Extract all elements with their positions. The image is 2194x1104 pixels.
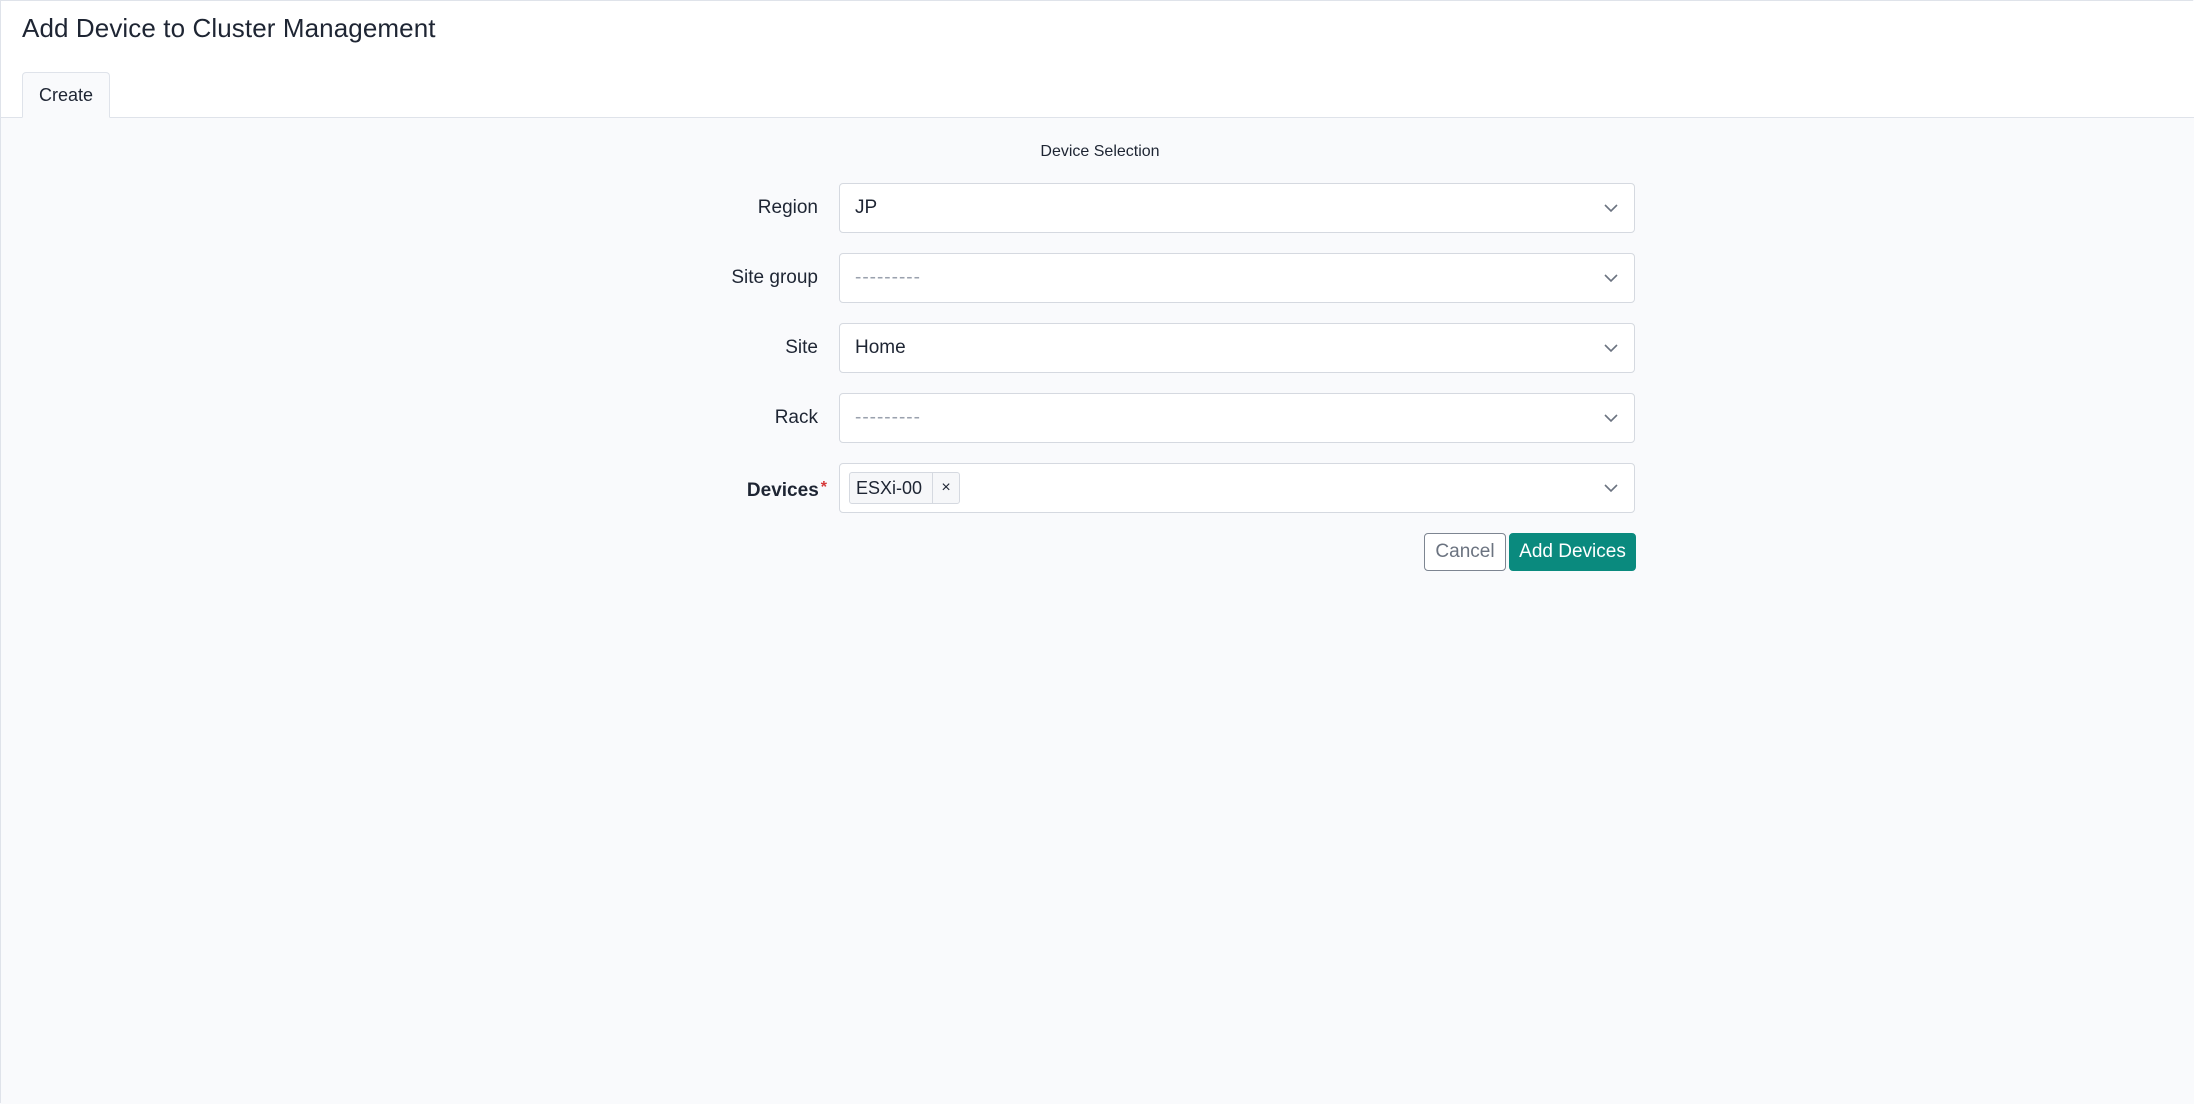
form-row-devices: Devices * ESXi-00 × <box>0 463 2194 513</box>
site-group-placeholder: --------- <box>855 267 921 288</box>
section-title: Device Selection <box>1040 143 1160 160</box>
site-group-label: Site group <box>731 267 818 288</box>
form-row-region: Region JP <box>0 183 2194 233</box>
form-row-site-group: Site group --------- <box>0 253 2194 303</box>
chevron-down-icon <box>1604 484 1618 493</box>
page-header: Add Device to Cluster Management Create <box>1 1 2194 118</box>
page-title: Add Device to Cluster Management <box>22 13 436 43</box>
site-group-select[interactable]: --------- <box>839 253 1635 303</box>
site-value: Home <box>855 337 906 358</box>
remove-device-button[interactable]: × <box>932 473 959 503</box>
rack-select[interactable]: --------- <box>839 393 1635 443</box>
devices-multiselect[interactable]: ESXi-00 × <box>839 463 1635 513</box>
chevron-down-icon <box>1604 414 1618 423</box>
form-row-site: Site Home <box>0 323 2194 373</box>
cancel-button[interactable]: Cancel <box>1424 533 1506 571</box>
chevron-down-icon <box>1604 344 1618 353</box>
page-frame <box>0 0 2193 1103</box>
device-chip: ESXi-00 × <box>849 472 961 504</box>
chevron-down-icon <box>1604 204 1618 213</box>
rack-label: Rack <box>774 407 818 428</box>
tab-create[interactable]: Create <box>22 72 110 118</box>
rack-placeholder: --------- <box>855 407 921 428</box>
form-row-rack: Rack --------- <box>0 393 2194 443</box>
region-label: Region <box>757 197 818 218</box>
device-chip-label: ESXi-00 <box>856 478 923 498</box>
devices-label: Devices * <box>747 463 827 513</box>
region-value: JP <box>855 197 878 218</box>
devices-label-text: Devices <box>746 480 819 501</box>
site-label: Site <box>785 337 818 358</box>
chevron-down-icon <box>1604 274 1618 283</box>
required-marker: * <box>820 479 827 496</box>
add-devices-button[interactable]: Add Devices <box>1509 533 1636 571</box>
site-select[interactable]: Home <box>839 323 1635 373</box>
region-select[interactable]: JP <box>839 183 1635 233</box>
